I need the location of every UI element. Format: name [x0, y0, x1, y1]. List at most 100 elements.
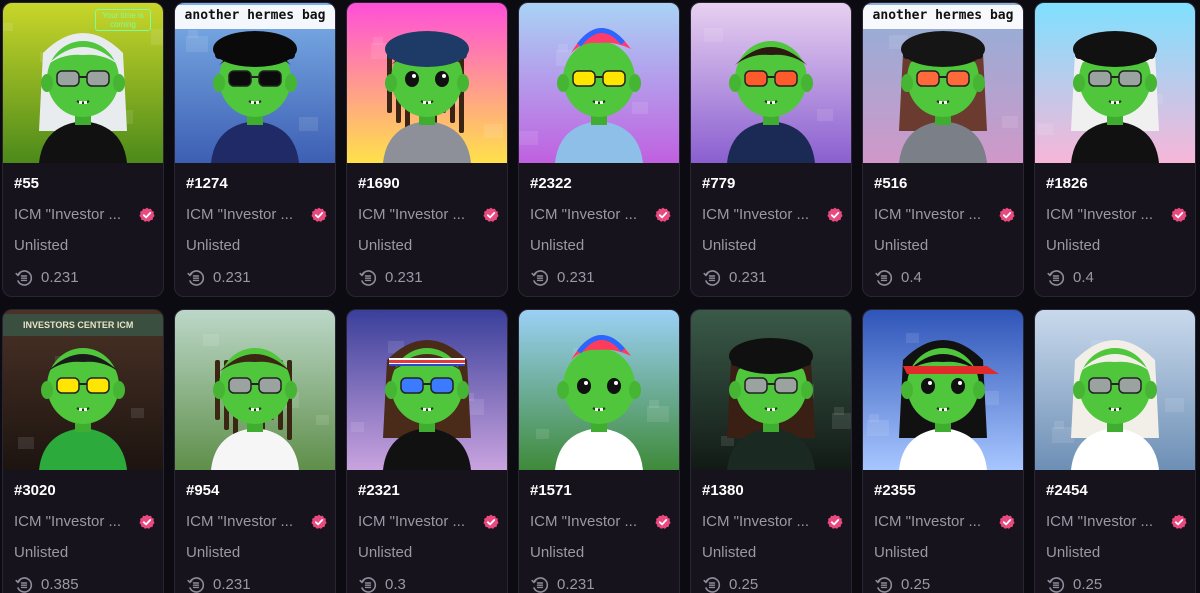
solana-price-icon	[187, 576, 205, 593]
nft-thumbnail[interactable]	[347, 3, 507, 163]
price-value: 0.385	[41, 576, 79, 593]
collection-row: ICM "Investor ...	[530, 205, 675, 225]
solana-price-icon	[15, 576, 33, 593]
price-value: 0.3	[385, 576, 406, 593]
token-id: #2355	[874, 482, 916, 499]
nft-thumbnail[interactable]	[175, 310, 335, 470]
collection-row: ICM "Investor ...	[358, 512, 503, 532]
solana-price-icon	[703, 269, 721, 287]
listing-status: Unlisted	[186, 544, 241, 561]
listing-status: Unlisted	[874, 237, 929, 254]
nft-thumbnail[interactable]: another hermes bag	[863, 3, 1023, 163]
listing-status: Unlisted	[186, 237, 241, 254]
nft-card[interactable]: #2454 ICM "Investor ... Unlisted 0.25	[1034, 309, 1196, 593]
collection-row: ICM "Investor ...	[186, 205, 331, 225]
collection-row: ICM "Investor ...	[1046, 512, 1191, 532]
solana-price-icon	[875, 576, 893, 593]
collection-name[interactable]: ICM "Investor ...	[358, 206, 473, 223]
nft-card[interactable]: Your time is coming #55 ICM "Investor ..…	[2, 2, 164, 297]
nft-thumbnail[interactable]: another hermes bag	[175, 3, 335, 163]
collection-row: ICM "Investor ...	[358, 205, 503, 225]
verified-badge-icon	[999, 514, 1015, 530]
nft-card[interactable]: #779 ICM "Investor ... Unlisted 0.231	[690, 2, 852, 297]
nft-thumbnail[interactable]	[1035, 3, 1195, 163]
price-value: 0.25	[729, 576, 759, 593]
collection-name[interactable]: ICM "Investor ...	[358, 513, 473, 530]
nft-thumbnail[interactable]	[863, 310, 1023, 470]
token-id: #779	[702, 175, 736, 192]
collection-row: ICM "Investor ...	[1046, 205, 1191, 225]
price-value: 0.231	[557, 269, 595, 286]
listing-status: Unlisted	[530, 544, 585, 561]
listing-status: Unlisted	[14, 544, 69, 561]
listing-status: Unlisted	[1046, 237, 1101, 254]
nft-card[interactable]: #954 ICM "Investor ... Unlisted 0.231	[174, 309, 336, 593]
collection-row: ICM "Investor ...	[702, 512, 847, 532]
collection-row: ICM "Investor ...	[874, 512, 1019, 532]
nft-thumbnail[interactable]: INVESTORS CENTER ICM	[3, 310, 163, 470]
price-value: 0.4	[901, 269, 922, 286]
solana-price-icon	[359, 269, 377, 287]
token-id: #55	[14, 175, 40, 192]
solana-price-icon	[1047, 576, 1065, 593]
collection-name[interactable]: ICM "Investor ...	[702, 206, 817, 223]
collection-name[interactable]: ICM "Investor ...	[530, 513, 645, 530]
verified-badge-icon	[655, 514, 671, 530]
listing-status: Unlisted	[874, 544, 929, 561]
solana-price-icon	[359, 576, 377, 593]
collection-name[interactable]: ICM "Investor ...	[1046, 206, 1161, 223]
collection-name[interactable]: ICM "Investor ...	[186, 206, 301, 223]
nft-thumbnail[interactable]: Your time is coming	[3, 3, 163, 163]
collection-name[interactable]: ICM "Investor ...	[1046, 513, 1161, 530]
collection-name[interactable]: ICM "Investor ...	[14, 513, 129, 530]
verified-badge-icon	[1171, 207, 1187, 223]
solana-price-icon	[531, 269, 549, 287]
nft-thumbnail[interactable]	[691, 310, 851, 470]
listing-status: Unlisted	[14, 237, 69, 254]
token-id: #2454	[1046, 482, 1088, 499]
token-id: #1571	[530, 482, 572, 499]
collection-name[interactable]: ICM "Investor ...	[530, 206, 645, 223]
collection-name[interactable]: ICM "Investor ...	[186, 513, 301, 530]
token-id: #1380	[702, 482, 744, 499]
listing-status: Unlisted	[1046, 544, 1101, 561]
listing-status: Unlisted	[702, 544, 757, 561]
nft-thumbnail[interactable]	[519, 3, 679, 163]
collection-name[interactable]: ICM "Investor ...	[702, 513, 817, 530]
nft-card[interactable]: #2322 ICM "Investor ... Unlisted 0.231	[518, 2, 680, 297]
nft-card[interactable]: another hermes bag #1274 ICM "Investor .…	[174, 2, 336, 297]
nft-thumbnail[interactable]	[347, 310, 507, 470]
nft-card[interactable]: #1571 ICM "Investor ... Unlisted 0.231	[518, 309, 680, 593]
price-value: 0.25	[1073, 576, 1103, 593]
price-value: 0.231	[557, 576, 595, 593]
collection-name[interactable]: ICM "Investor ...	[14, 206, 129, 223]
verified-badge-icon	[1171, 514, 1187, 530]
listing-status: Unlisted	[358, 237, 413, 254]
token-id: #2322	[530, 175, 572, 192]
nft-card[interactable]: #1380 ICM "Investor ... Unlisted 0.25	[690, 309, 852, 593]
verified-badge-icon	[999, 207, 1015, 223]
nft-card[interactable]: #1826 ICM "Investor ... Unlisted 0.4	[1034, 2, 1196, 297]
verified-badge-icon	[311, 207, 327, 223]
nft-thumbnail[interactable]	[1035, 310, 1195, 470]
price-value: 0.231	[729, 269, 767, 286]
nft-card[interactable]: #1690 ICM "Investor ... Unlisted 0.231	[346, 2, 508, 297]
collection-name[interactable]: ICM "Investor ...	[874, 206, 989, 223]
verified-badge-icon	[655, 207, 671, 223]
solana-price-icon	[1047, 269, 1065, 287]
verified-badge-icon	[311, 514, 327, 530]
collection-row: ICM "Investor ...	[14, 512, 159, 532]
token-id: #954	[186, 482, 220, 499]
listing-status: Unlisted	[702, 237, 757, 254]
nft-card[interactable]: #2321 ICM "Investor ... Unlisted 0.3	[346, 309, 508, 593]
nft-thumbnail[interactable]	[519, 310, 679, 470]
nft-thumbnail[interactable]	[691, 3, 851, 163]
nft-card[interactable]: INVESTORS CENTER ICM #3020 ICM "Investor…	[2, 309, 164, 593]
nft-card[interactable]: #2355 ICM "Investor ... Unlisted 0.25	[862, 309, 1024, 593]
thumbnail-caption: another hermes bag	[175, 5, 335, 29]
collection-name[interactable]: ICM "Investor ...	[874, 513, 989, 530]
collection-row: ICM "Investor ...	[14, 205, 159, 225]
nft-card[interactable]: another hermes bag #516 ICM "Investor ..…	[862, 2, 1024, 297]
price-value: 0.231	[41, 269, 79, 286]
verified-badge-icon	[139, 514, 155, 530]
